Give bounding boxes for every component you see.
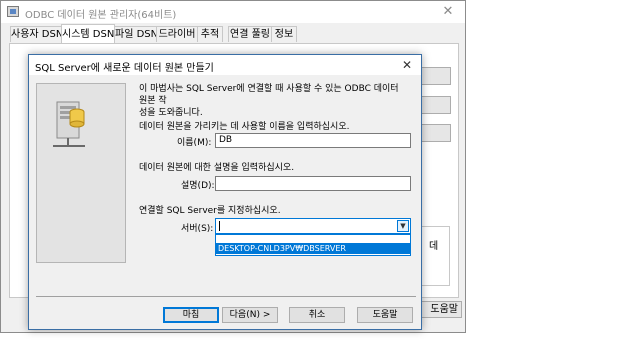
chevron-down-icon[interactable]: ▼: [397, 220, 409, 232]
server-label: 서버(S):: [181, 224, 214, 234]
tab-file-dsn[interactable]: 파일 DSN: [114, 26, 158, 42]
odbc-app-icon: [7, 6, 19, 17]
database-server-icon: [53, 101, 85, 147]
description-label: 설명(D):: [181, 181, 215, 191]
parent-window-title: ODBC 데이터 원본 관리자(64비트): [25, 10, 177, 21]
parent-help-button[interactable]: 도움말: [418, 301, 462, 318]
server-dropdown-list: DESKTOP-CNLD3PV₩DBSERVER: [215, 234, 411, 256]
dialog-title: SQL Server에 새로운 데이터 원본 만들기: [35, 63, 214, 74]
tab-user-dsn[interactable]: 사용자 DSN: [10, 26, 63, 42]
remove-button-partial[interactable]: [418, 96, 451, 114]
desktop-background: [0, 333, 466, 349]
tab-drivers[interactable]: 드라이버: [156, 26, 198, 42]
intro-line-3: 데이터 원본을 가리키는 데 사용할 이름을 입력하십시오.: [139, 122, 350, 132]
add-button-partial[interactable]: [418, 67, 451, 85]
description-prompt: 데이터 원본에 대한 설명을 입력하십시오.: [139, 163, 295, 173]
description-input[interactable]: [215, 176, 411, 191]
server-option[interactable]: DESKTOP-CNLD3PV₩DBSERVER: [216, 243, 410, 254]
dialog-titlebar: SQL Server에 새로운 데이터 원본 만들기 ✕: [29, 55, 421, 75]
finish-button[interactable]: 마침: [163, 307, 219, 323]
name-input[interactable]: DB: [215, 133, 411, 148]
intro-line-1: 이 마법사는 SQL Server에 연결할 때 사용할 수 있는 ODBC 데…: [139, 84, 399, 106]
parent-close-icon[interactable]: ✕: [431, 1, 465, 23]
divider: [36, 296, 416, 297]
info-text-fragment: 데: [429, 241, 439, 252]
intro-line-2: 성을 도와줍니다.: [139, 108, 203, 118]
dialog-close-icon[interactable]: ✕: [393, 55, 421, 75]
tab-tracing[interactable]: 추적: [197, 26, 223, 42]
configure-button-partial[interactable]: [418, 124, 451, 142]
help-button[interactable]: 도움말: [357, 307, 413, 323]
info-panel-fragment: [418, 226, 450, 286]
server-prompt: 연결할 SQL Server를 지정하십시오.: [139, 206, 281, 216]
wizard-intro: 이 마법사는 SQL Server에 연결할 때 사용할 수 있는 ODBC 데…: [139, 83, 404, 133]
text-caret: [219, 221, 220, 231]
tab-connection-pooling[interactable]: 연결 풀링: [228, 26, 272, 42]
name-label: 이름(M):: [177, 138, 212, 148]
tab-about[interactable]: 정보: [271, 26, 297, 42]
server-combobox[interactable]: ▼: [215, 218, 411, 234]
next-button[interactable]: 다음(N) >: [222, 307, 278, 323]
cancel-button[interactable]: 취소: [289, 307, 345, 323]
wizard-image-panel: [36, 83, 126, 263]
tab-system-dsn[interactable]: 시스템 DSN: [61, 24, 115, 43]
new-data-source-dialog: SQL Server에 새로운 데이터 원본 만들기 ✕ 이 마법사는 SQL …: [28, 54, 422, 330]
parent-titlebar: ODBC 데이터 원본 관리자(64비트) ✕: [1, 1, 465, 23]
